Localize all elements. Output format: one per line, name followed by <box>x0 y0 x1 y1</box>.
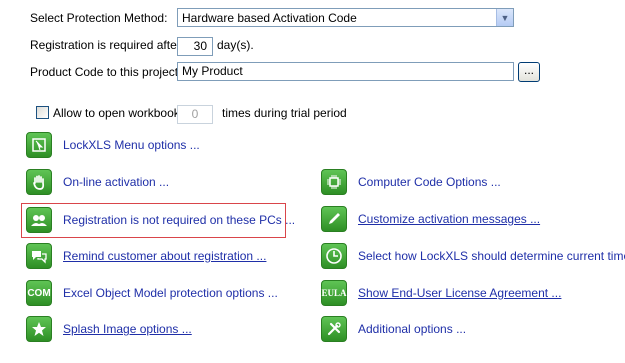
product-code-label: Product Code to this project: <box>30 65 182 79</box>
option-menu[interactable]: LockXLS Menu options ... <box>26 132 200 158</box>
pen-icon <box>321 206 347 232</box>
option-online-activation[interactable]: On-line activation ... <box>26 169 169 195</box>
protection-method-select[interactable]: Hardware based Activation Code ▼ <box>177 8 514 27</box>
eula-icon: EULA <box>321 280 347 306</box>
allow-open-checkbox[interactable] <box>36 106 49 119</box>
com-icon: COM <box>26 280 52 306</box>
tools-icon <box>321 316 347 342</box>
option-registration-not-required-label[interactable]: Registration is not required on these PC… <box>63 213 295 227</box>
product-code-browse-button[interactable]: ... <box>518 62 540 82</box>
option-excel-object-model-label[interactable]: Excel Object Model protection options ..… <box>63 286 278 300</box>
protection-method-value: Hardware based Activation Code <box>182 10 357 25</box>
option-excel-object-model[interactable]: COM Excel Object Model protection option… <box>26 280 278 306</box>
option-menu-label[interactable]: LockXLS Menu options ... <box>63 138 200 152</box>
option-current-time-label[interactable]: Select how LockXLS should determine curr… <box>358 249 625 263</box>
allow-open-label: Allow to open workbook <box>53 106 180 120</box>
option-eula-label[interactable]: Show End-User License Agreement ... <box>358 286 561 300</box>
clock-icon <box>321 243 347 269</box>
protection-method-label: Select Protection Method: <box>30 11 168 25</box>
option-eula[interactable]: EULA Show End-User License Agreement ... <box>321 280 561 306</box>
option-registration-not-required[interactable]: Registration is not required on these PC… <box>26 207 295 233</box>
option-additional-label[interactable]: Additional options ... <box>358 322 466 336</box>
star-icon <box>26 316 52 342</box>
hand-icon <box>26 169 52 195</box>
chevron-down-icon[interactable]: ▼ <box>496 9 513 26</box>
trial-times-suffix: times during trial period <box>222 106 347 120</box>
option-customize-messages-label[interactable]: Customize activation messages ... <box>358 212 540 226</box>
option-splash-image[interactable]: Splash Image options ... <box>26 316 192 342</box>
chip-icon <box>321 169 347 195</box>
option-computer-code[interactable]: Computer Code Options ... <box>321 169 501 195</box>
product-code-input[interactable]: My Product <box>177 62 514 81</box>
users-icon <box>26 207 52 233</box>
trial-times-input[interactable]: 0 <box>177 105 213 124</box>
option-computer-code-label[interactable]: Computer Code Options ... <box>358 175 501 189</box>
option-current-time[interactable]: Select how LockXLS should determine curr… <box>321 243 625 269</box>
option-remind-customer[interactable]: Remind customer about registration ... <box>26 243 266 269</box>
chat-icon <box>26 243 52 269</box>
option-additional[interactable]: Additional options ... <box>321 316 466 342</box>
option-splash-image-label[interactable]: Splash Image options ... <box>63 322 192 336</box>
option-online-activation-label[interactable]: On-line activation ... <box>63 175 169 189</box>
option-remind-customer-label[interactable]: Remind customer about registration ... <box>63 249 266 263</box>
registration-days-suffix: day(s). <box>217 38 254 52</box>
menu-icon <box>26 132 52 158</box>
registration-days-input[interactable]: 30 <box>177 37 213 56</box>
registration-required-label: Registration is required after <box>30 38 181 52</box>
option-customize-messages[interactable]: Customize activation messages ... <box>321 206 540 232</box>
